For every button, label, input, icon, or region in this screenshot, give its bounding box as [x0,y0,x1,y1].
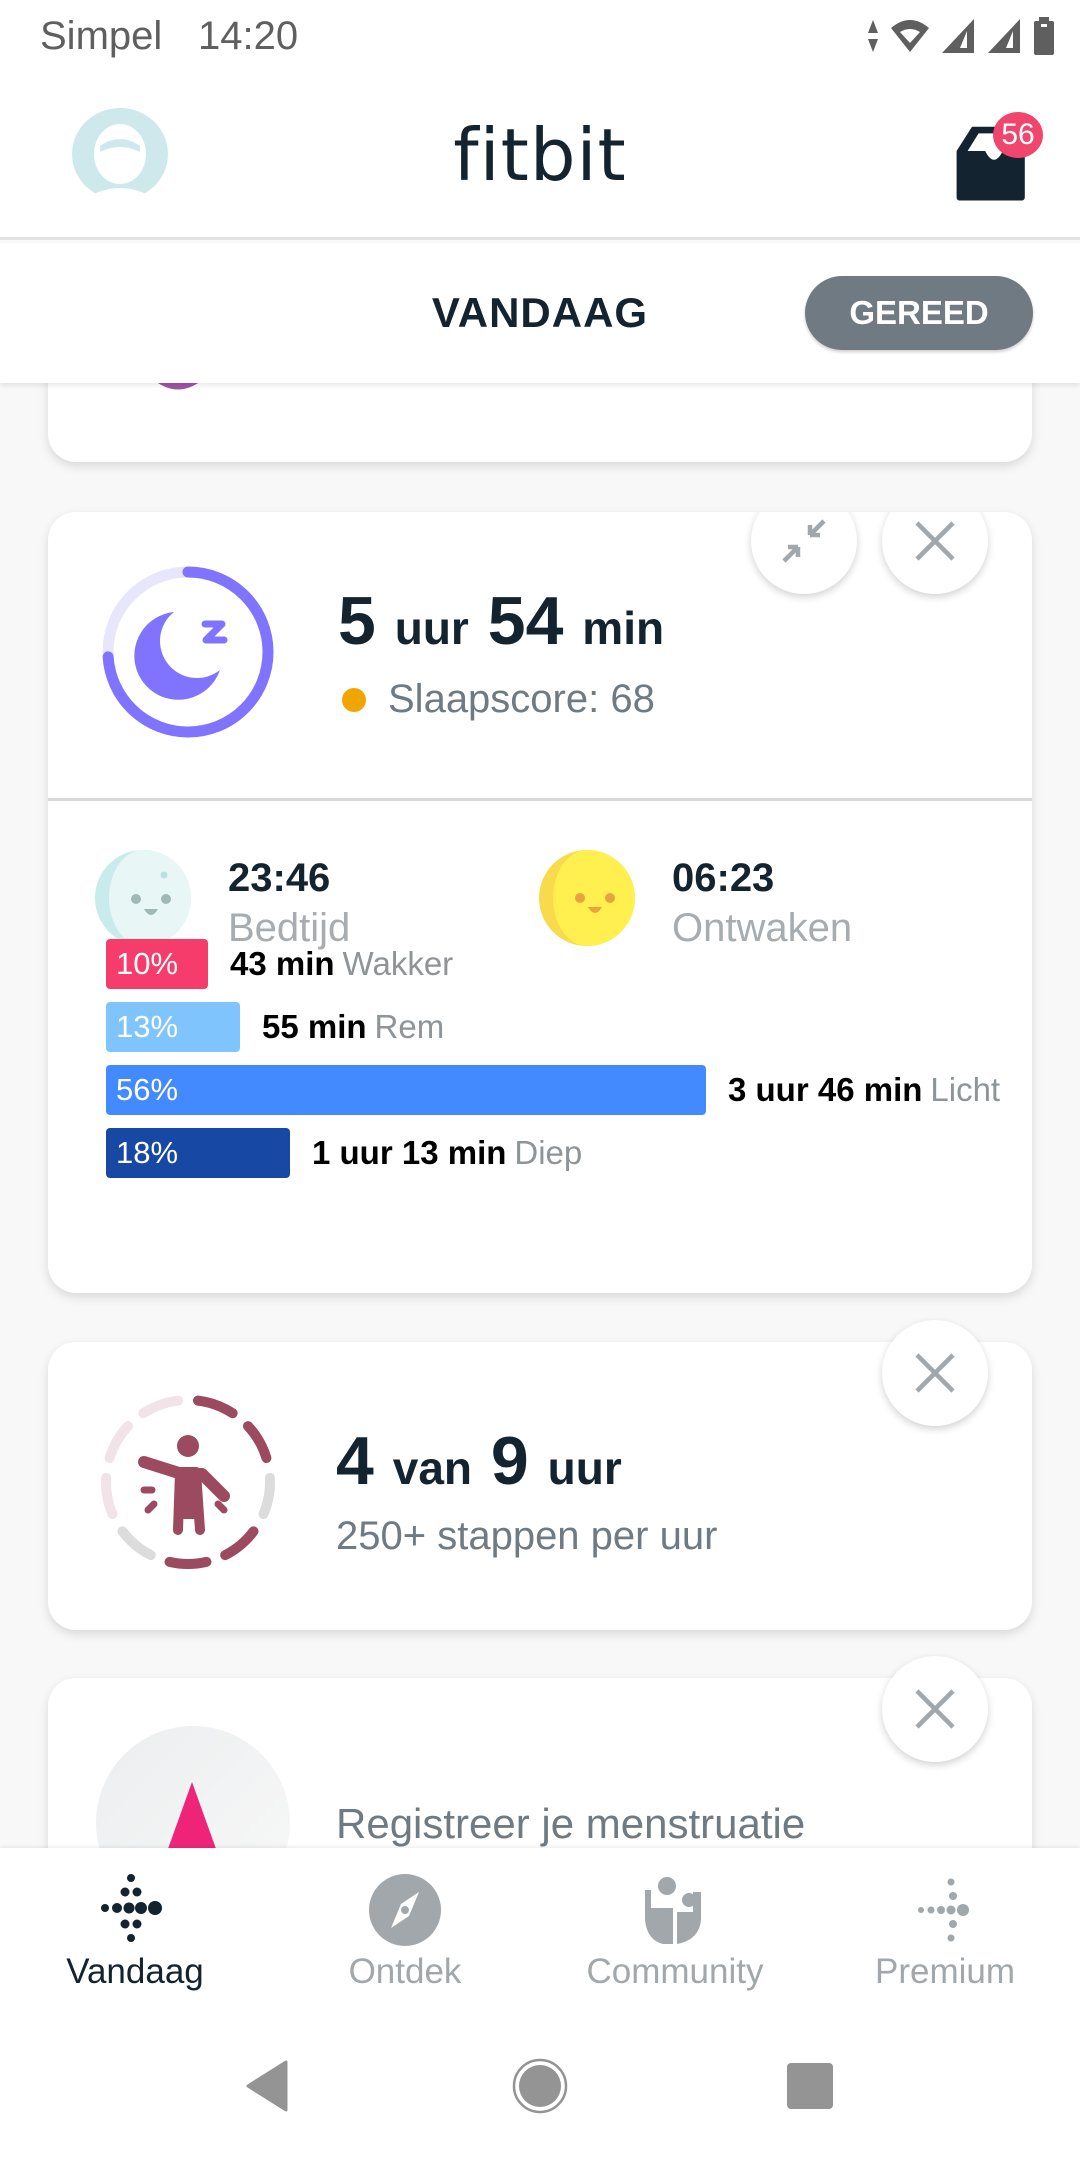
sun-face-icon [539,850,635,946]
nav-tab-community[interactable]: Community [540,1848,810,2008]
hourly-segment-done [242,1421,272,1464]
nav-label: Community [586,1952,764,1991]
hourly-segment-pending [101,1472,118,1520]
inbox-icon[interactable] [938,103,1058,203]
hourly-segment-pending [138,1395,184,1419]
sleep-stage-row: 56% 3 uur 46 min Licht [106,1065,1000,1115]
period-title: Registreer je menstruatie [336,1800,806,1847]
data-arrows-icon [868,20,878,52]
fitbit-logo: fitbit [453,113,627,197]
sleep-stage-row: 13% 55 min Rem [106,1002,444,1052]
wifi-icon [891,20,929,52]
sleep-stage-duration: 43 min [230,945,335,982]
carrier-name: Simpel [40,14,163,58]
inbox-badge: 56 [993,112,1043,158]
sleep-stage-name: Wakker [342,945,454,982]
hourly-segment-pending [104,1421,134,1464]
premium-dots-icon [918,1878,969,1942]
van-label: van [392,1442,472,1494]
sleep-minutes: 54 [487,583,564,659]
moon-face-icon [95,850,191,946]
sleep-stage-duration: 1 uur 13 min [312,1134,507,1171]
hours-done: 4 [336,1423,374,1499]
sleep-stage-bar: 13% [106,1002,240,1052]
home-icon[interactable] [512,2058,568,2114]
hourly-segment-done [258,1472,275,1520]
sleep-stage-name: Diep [514,1134,583,1171]
sleep-score-label: Slaapscore: 68 [388,677,655,721]
compass-icon [369,1874,441,1946]
hourly-segment-done [220,1526,259,1561]
sleep-score: Slaapscore: 68 [342,677,655,722]
close-sleep-card-button[interactable] [882,512,988,594]
sleep-ring-icon [102,566,274,738]
app-header: fitbit 56 [0,75,1080,240]
edit-bar: VANDAAG GEREED [0,243,1080,383]
sleep-stage-bar: 56% [106,1065,706,1115]
system-navigation-bar [0,2008,1080,2160]
back-icon[interactable] [244,2060,290,2112]
sleep-stage-name: Rem [374,1008,445,1045]
collapse-icon [782,519,826,563]
nav-label: Ontdek [348,1952,462,1991]
sleep-hours: 5 [338,583,376,659]
sleep-stage-row: 10% 43 min Wakker [106,939,453,989]
bottom-navigation: Vandaag Ontdek Community Premium [0,1848,1080,2008]
nav-tab-premium[interactable]: Premium [810,1848,1080,2008]
hourly-ring-icon [101,1395,275,1569]
sleep-stage-duration: 55 min [262,1008,367,1045]
collapse-button[interactable] [751,512,857,594]
bedtime-value: 23:46 [228,856,331,900]
hours-unit: uur [394,602,469,654]
sleep-stage-bar: 10% [106,939,208,989]
recents-icon[interactable] [786,2062,834,2110]
battery-icon [1034,17,1054,55]
card-divider [48,798,1032,801]
sleep-stage-row: 18% 1 uur 13 min Diep [106,1128,582,1178]
sleep-card[interactable]: 5 uur 54 min Slaapscore: 68 23:46 Bedtij… [48,512,1032,1293]
hourly-progress: 4 van 9 uur [336,1422,622,1500]
nav-label: Premium [874,1952,1016,1991]
hours-goal: 9 [490,1423,529,1499]
signal-icon [988,19,1020,53]
minutes-unit: min [582,602,665,654]
hourly-segment-done [192,1395,238,1419]
score-dot-icon [342,687,366,712]
close-icon [915,521,955,561]
sleep-stage-duration: 3 uur 46 min [728,1071,923,1108]
status-bar: Simpel 14:20 [0,0,1080,75]
sleep-duration: 5 uur 54 min [338,582,664,660]
status-icons [866,16,1056,56]
signal-icon [942,19,974,53]
nav-tab-ontdek[interactable]: Ontdek [270,1848,540,2008]
wake-label: Ontwaken [672,906,853,950]
hourly-segment-pending [164,1556,212,1569]
community-icon [645,1877,701,1944]
wake-value: 06:23 [672,856,775,900]
hourly-segment-pending [117,1526,156,1561]
nav-label: Vandaag [66,1952,204,1991]
close-icon [915,1353,955,1393]
close-period-card-button[interactable] [882,1656,988,1762]
hourly-subtitle: 250+ stappen per uur [336,1514,718,1558]
sleep-stage-bar: 18% [106,1128,290,1178]
nav-tab-vandaag[interactable]: Vandaag [0,1848,270,2008]
fitbit-dots-icon [101,1874,162,1942]
done-button[interactable]: GEREED [805,276,1033,350]
close-hourly-card-button[interactable] [882,1320,988,1426]
close-icon [915,1689,955,1729]
hours-unit-label: uur [547,1442,622,1494]
sleep-stage-name: Licht [930,1071,1001,1108]
clock: 14:20 [198,14,299,58]
